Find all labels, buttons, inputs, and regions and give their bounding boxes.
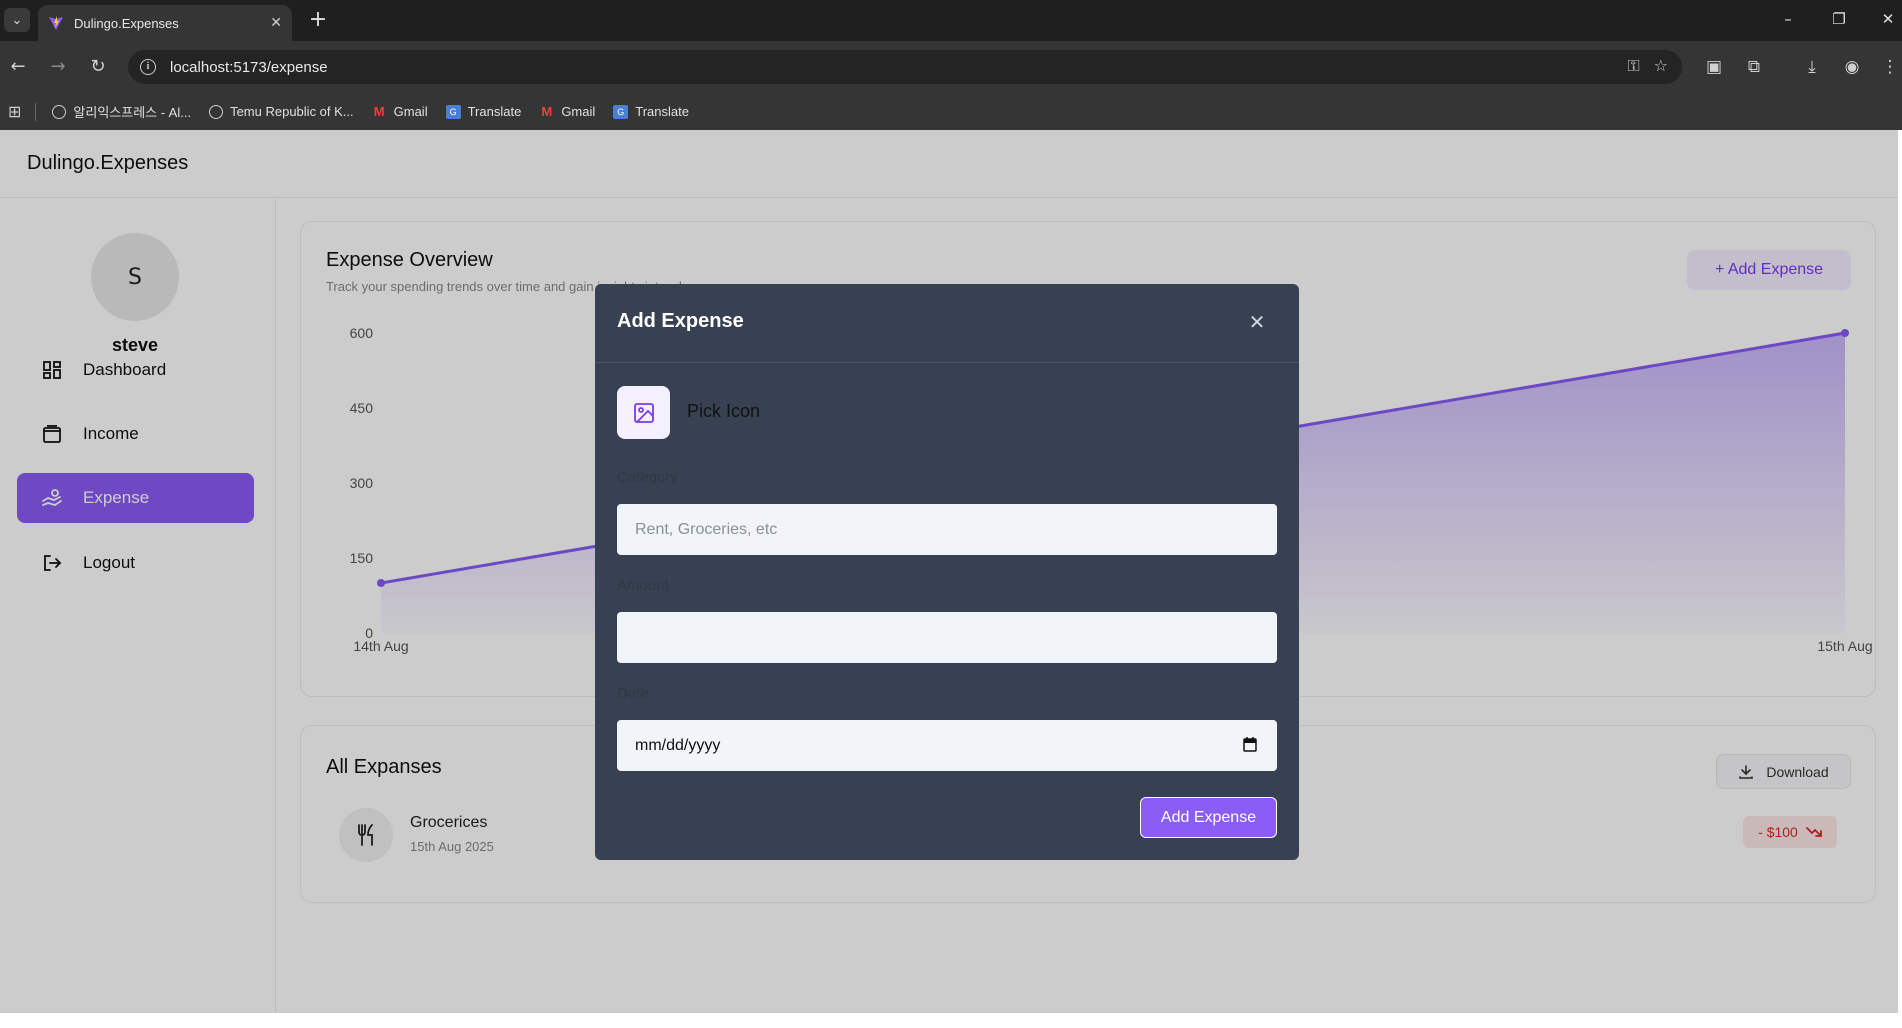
extensions-puzzle-icon[interactable]: ⧉ — [1742, 55, 1766, 79]
browser-tab[interactable]: Dulingo.Expenses ✕ — [38, 5, 292, 41]
category-input[interactable]: Rent, Groceries, etc — [617, 504, 1277, 555]
modal-header: Add Expense ✕ — [595, 284, 1299, 363]
bookmark-item[interactable]: Temu Republic of K... — [209, 104, 354, 119]
globe-icon — [209, 104, 224, 119]
back-button[interactable]: ← — [6, 55, 30, 79]
bookmark-label: Gmail — [561, 104, 596, 119]
tab-close-icon[interactable]: ✕ — [270, 15, 282, 31]
reload-button[interactable]: ↻ — [86, 55, 110, 79]
bookmark-label: Translate — [467, 104, 522, 119]
date-label: Date — [617, 685, 649, 702]
bookmark-item[interactable]: 알리익스프레스 - Al... — [52, 102, 191, 121]
gmail-icon: M — [541, 104, 553, 119]
bookmark-item[interactable]: M Gmail — [539, 104, 595, 119]
amount-input[interactable] — [617, 612, 1277, 663]
browser-tab-bar: ⌄ Dulingo.Expenses ✕ + – ❐ ✕ — [0, 0, 1902, 41]
category-label: Category — [617, 469, 678, 486]
modal-title: Add Expense — [617, 310, 744, 332]
browser-toolbar: ← → ↻ i localhost:5173/expense ⚿ ☆ ▣ ⧉ ⤓… — [0, 41, 1902, 93]
image-icon — [633, 402, 654, 423]
profile-icon[interactable]: ◉ — [1840, 55, 1864, 79]
apps-grid-icon[interactable]: ⊞ — [8, 102, 21, 121]
tab-search-button[interactable]: ⌄ — [4, 8, 30, 32]
close-icon[interactable]: ✕ — [1245, 310, 1269, 334]
pick-icon-label: Pick Icon — [687, 401, 761, 421]
restore-button[interactable]: ❐ — [1824, 6, 1854, 32]
category-placeholder: Rent, Groceries, etc — [635, 520, 778, 538]
add-expense-submit-button[interactable]: Add Expense — [1140, 797, 1277, 838]
gmail-icon: M — [373, 104, 385, 119]
globe-icon — [52, 104, 67, 119]
translate-icon: G — [445, 104, 461, 119]
address-bar[interactable]: i localhost:5173/expense ⚿ ☆ — [128, 50, 1682, 84]
date-placeholder: mm/dd/yyyy — [635, 736, 721, 754]
bookmark-item[interactable]: G Translate — [445, 104, 522, 119]
bookmark-label: 알리익스프레스 - Al... — [73, 105, 192, 120]
minimize-button[interactable]: – — [1773, 6, 1803, 32]
bookmark-label: Temu Republic of K... — [230, 104, 354, 119]
pick-icon-button[interactable] — [617, 386, 670, 439]
bookmark-label: Translate — [635, 104, 689, 119]
bookmarks-bar: ⊞ 알리익스프레스 - Al... Temu Republic of K... … — [0, 93, 1902, 130]
close-window-button[interactable]: ✕ — [1873, 6, 1902, 32]
bookmarks-divider — [35, 102, 37, 121]
extension-app-icon[interactable]: ▣ — [1702, 55, 1726, 79]
forward-button[interactable]: → — [46, 55, 70, 79]
bookmark-item[interactable]: G Translate — [613, 104, 689, 119]
translate-icon: G — [613, 104, 629, 119]
new-tab-button[interactable]: + — [304, 6, 332, 34]
vite-favicon-icon — [49, 16, 63, 30]
browser-menu-icon[interactable]: ⋮ — [1878, 55, 1902, 79]
address-url: localhost:5173/expense — [170, 58, 328, 76]
amount-label: Amount — [617, 577, 669, 594]
bookmark-star-icon[interactable]: ☆ — [1654, 56, 1668, 76]
download-icon[interactable]: ⤓ — [1800, 55, 1824, 79]
bookmark-item[interactable]: M Gmail — [372, 104, 428, 119]
date-input[interactable]: mm/dd/yyyy — [617, 720, 1277, 771]
password-key-icon[interactable]: ⚿ — [1627, 56, 1639, 76]
tab-title: Dulingo.Expenses — [74, 15, 179, 31]
site-info-icon[interactable]: i — [140, 59, 156, 75]
calendar-icon[interactable] — [1243, 737, 1257, 752]
add-expense-modal: Add Expense ✕ Pick Icon Category Rent, G… — [595, 284, 1299, 860]
bookmark-label: Gmail — [393, 104, 428, 119]
